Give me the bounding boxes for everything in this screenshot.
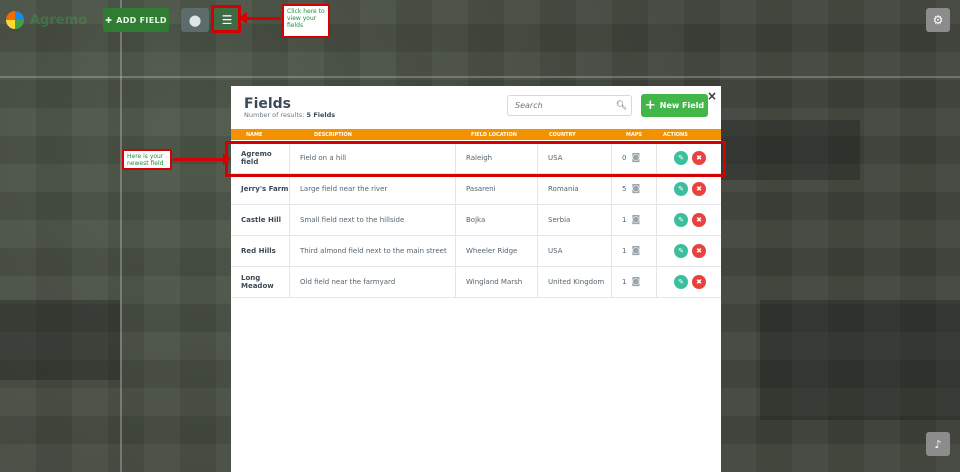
close-icon[interactable]: × [707,89,717,103]
field-country: United Kingdom [537,267,611,297]
settings-button[interactable]: ⚙ [926,8,950,32]
map-road [0,76,960,78]
result-count-label: Number of results: [244,111,307,119]
edit-icon[interactable]: ✎ [674,244,688,258]
field-country: Romania [537,174,611,204]
maps-cell: 1 ◙ [611,267,656,297]
column-header-description: DESCRIPTION [314,132,352,138]
column-header-actions: ACTIONS [663,132,688,138]
field-name: Jerry's Farm [241,185,289,193]
add-field-label: ADD FIELD [116,15,167,25]
map-field-patch [720,120,860,180]
camera-icon: ◙ [631,246,641,256]
column-header-maps: MAPS [626,132,643,138]
result-count: Number of results: 5 Fields [244,111,335,119]
column-header-country: COUNTRY [549,132,576,138]
maps-count: 5 [622,185,627,193]
actions-cell: ✎ ✖ [656,267,721,297]
column-header-name: NAME [246,132,263,138]
map-pin-icon: ⬤ [188,13,202,27]
search-icon[interactable]: 🔍︎ [612,101,631,111]
maps-count: 1 [622,278,627,286]
actions-cell: ✎ ✖ [656,236,721,266]
list-button-callout: Click here to view your fields [282,4,330,38]
newest-field-callout: Here is your newest field [122,149,172,170]
field-country: USA [537,236,611,266]
field-location: Bojka [455,205,537,235]
field-description: Large field near the river [289,174,455,204]
delete-icon[interactable]: ✖ [692,182,706,196]
delete-icon[interactable]: ✖ [692,244,706,258]
camera-icon: ◙ [631,277,641,287]
table-header: NAME DESCRIPTION FIELD LOCATION COUNTRY … [231,129,721,140]
field-description: Small field next to the hillside [289,205,455,235]
edit-icon[interactable]: ✎ [674,275,688,289]
plus-icon: ✚ [105,15,113,25]
app-logo[interactable]: Agremo [6,9,92,31]
field-name: Castle Hill [241,216,282,224]
actions-cell: ✎ ✖ [656,205,721,235]
add-field-button[interactable]: ✚ ADD FIELD [103,8,169,32]
logo-icon [6,11,24,29]
table-row[interactable]: Red Hills Third almond field next to the… [231,236,721,267]
notifications-button[interactable]: ♪ [926,432,950,456]
highlight-frame-list-button [211,5,241,33]
map-pin-button[interactable]: ⬤ [181,8,209,32]
field-name: Long Meadow [241,274,274,290]
maps-count: 1 [622,216,627,224]
camera-icon: ◙ [631,184,641,194]
camera-icon: ◙ [631,215,641,225]
result-count-value: 5 Fields [306,111,336,119]
maps-cell: 5 ◙ [611,174,656,204]
map-road [120,0,122,472]
plus-icon: + [644,97,656,113]
search-box: 🔍︎ [507,95,632,116]
annotation-arrow [173,153,231,165]
map-field-patch [0,300,120,380]
actions-cell: ✎ ✖ [656,174,721,204]
highlight-frame-newest-row [225,141,726,177]
field-location: Wingland Marsh [455,267,537,297]
logo-text: Agremo [30,12,88,28]
search-input[interactable] [508,100,612,111]
maps-cell: 1 ◙ [611,236,656,266]
delete-icon[interactable]: ✖ [692,275,706,289]
delete-icon[interactable]: ✖ [692,213,706,227]
table-row[interactable]: Long Meadow Old field near the farmyard … [231,267,721,298]
modal-title: Fields [244,96,292,112]
gear-icon: ⚙ [932,13,944,27]
field-location: Pasareni [455,174,537,204]
new-field-label: New Field [659,101,705,110]
maps-cell: 1 ◙ [611,205,656,235]
bell-icon: ♪ [934,437,942,451]
column-header-location: FIELD LOCATION [471,132,517,138]
field-description: Third almond field next to the main stre… [289,236,455,266]
field-description: Old field near the farmyard [289,267,455,297]
annotation-arrow [239,12,281,24]
table-row[interactable]: Castle Hill Small field next to the hill… [231,205,721,236]
field-country: Serbia [537,205,611,235]
table-row[interactable]: Jerry's Farm Large field near the river … [231,174,721,205]
field-name: Red Hills [241,247,276,255]
field-location: Wheeler Ridge [455,236,537,266]
edit-icon[interactable]: ✎ [674,182,688,196]
edit-icon[interactable]: ✎ [674,213,688,227]
maps-count: 1 [622,247,627,255]
map-field-patch [760,300,960,420]
new-field-button[interactable]: + New Field [641,94,708,117]
